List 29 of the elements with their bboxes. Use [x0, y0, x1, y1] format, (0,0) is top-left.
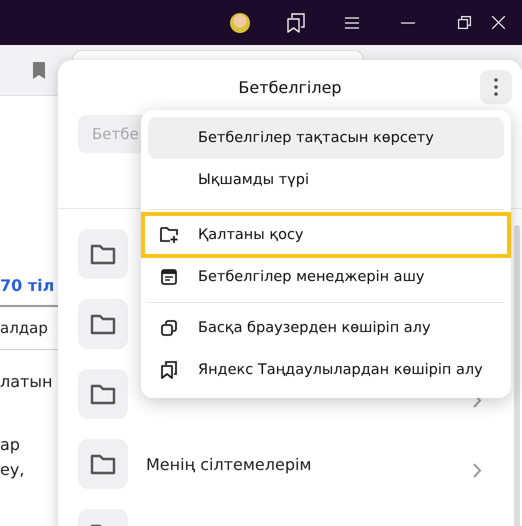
- close-icon[interactable]: [492, 16, 505, 29]
- folder-icon: [90, 453, 116, 475]
- more-icon: [494, 78, 498, 96]
- folder-icon: [90, 313, 116, 335]
- page-text: латын: [0, 372, 54, 391]
- restore-icon[interactable]: [458, 16, 470, 29]
- minimize-icon[interactable]: [401, 22, 415, 24]
- menu-icon[interactable]: [345, 16, 359, 28]
- menu-item[interactable]: Бетбелгілер менеджерін ашу: [148, 256, 504, 298]
- menu-item[interactable]: Басқа браузерден көшіріп алу: [148, 307, 504, 349]
- folder-icon: [90, 243, 116, 265]
- menu-item[interactable]: Яндекс Таңдаулылардан көшіріп алу: [148, 349, 504, 391]
- menu-item[interactable]: Бетбелгілер тақтасын көрсету: [148, 117, 504, 159]
- menu-item[interactable]: Қалтаны қосу: [143, 214, 509, 256]
- menu-item[interactable]: Ықшамды түрі: [148, 159, 504, 201]
- more-button[interactable]: [480, 70, 512, 104]
- page-text: ар: [0, 435, 21, 454]
- add-folder-icon: [158, 226, 180, 244]
- scrollbar[interactable]: [514, 225, 520, 526]
- folder-icon: [90, 383, 116, 405]
- bookmarks-icon[interactable]: [286, 12, 306, 32]
- bookmarks-icon: [158, 361, 180, 379]
- copy-icon: [158, 320, 180, 336]
- page-text: еу,: [0, 460, 26, 479]
- folder-name: Менің сілтемелерім: [146, 454, 312, 474]
- avatar[interactable]: [230, 12, 250, 32]
- bookmark-icon[interactable]: [33, 62, 45, 78]
- document-icon: [158, 269, 180, 285]
- panel-title: Бетбелгілер: [238, 78, 342, 97]
